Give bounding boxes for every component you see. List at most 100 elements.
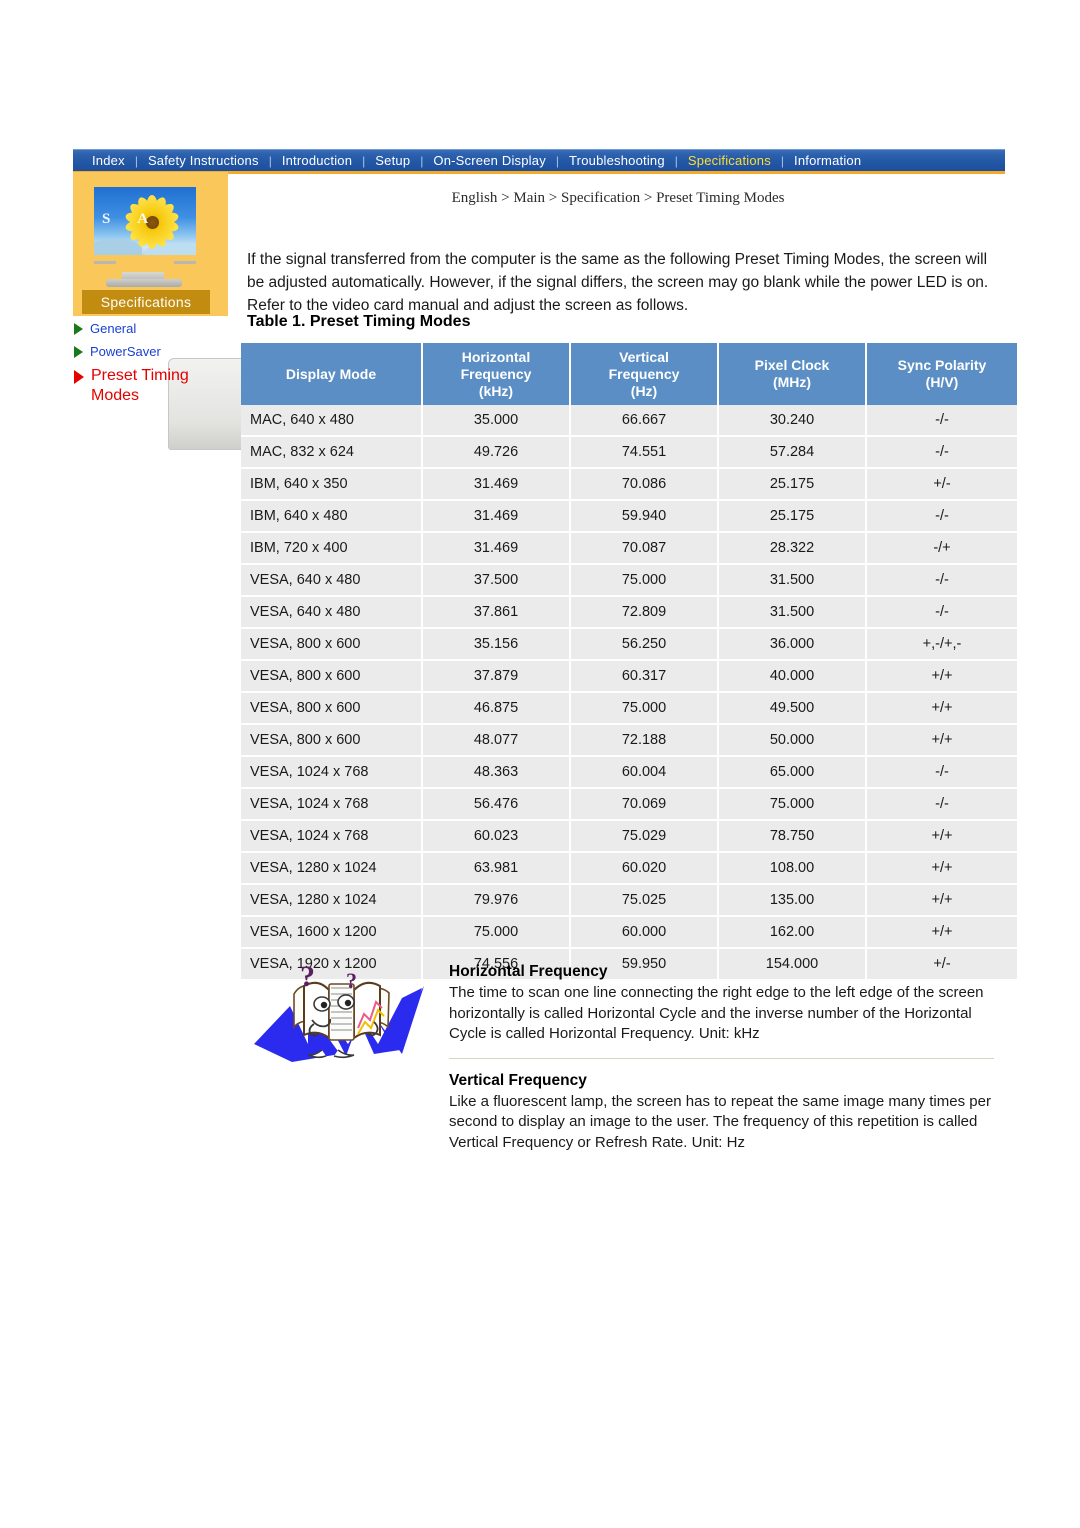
column-header-line: Frequency (460, 365, 532, 382)
sidebar-item-label: General (90, 321, 137, 336)
sidebar-item-preset-timing-modes[interactable]: Preset Timing Modes (74, 366, 234, 406)
triangle-bullet-icon (74, 370, 84, 384)
definition-text: Like a fluorescent lamp, the screen has … (449, 1092, 991, 1151)
cell-value: 31.500 (719, 565, 867, 597)
cell-value: 162.00 (719, 917, 867, 949)
sidebar-item-general[interactable]: General (74, 320, 234, 337)
cell-value: 37.861 (423, 597, 571, 629)
cell-value: 75.000 (423, 917, 571, 949)
cell-value: 35.156 (423, 629, 571, 661)
cell-display-mode: MAC, 640 x 480 (241, 405, 423, 437)
monitor-base (106, 279, 182, 287)
table-header-row: Display Mode Horizontal Frequency (kHz) Vert… (241, 343, 1017, 405)
cell-display-mode: IBM, 640 x 480 (241, 501, 423, 533)
cell-display-mode: MAC, 832 x 624 (241, 437, 423, 469)
nav-item-setup[interactable]: Setup (366, 154, 419, 167)
cell-value: 49.726 (423, 437, 571, 469)
definition-title: Vertical Frequency (449, 1071, 587, 1089)
cell-value: +/+ (867, 853, 1017, 885)
cell-value: -/- (867, 501, 1017, 533)
cell-value: +/+ (867, 661, 1017, 693)
nav-item-on-screen-display[interactable]: On-Screen Display (424, 154, 555, 167)
svg-text:?: ? (300, 960, 315, 993)
sidebar-item-powersaver[interactable]: PowerSaver (74, 343, 234, 360)
table-head: Display Mode Horizontal Frequency (kHz) Vert… (241, 343, 1017, 405)
table-row: VESA, 1280 x 1024 63.981 60.020 108.00 +/+ (241, 853, 1017, 885)
cell-display-mode: VESA, 800 x 600 (241, 693, 423, 725)
cell-value: 31.500 (719, 597, 867, 629)
cell-value: -/- (867, 789, 1017, 821)
cell-value: 46.875 (423, 693, 571, 725)
nav-item-index[interactable]: Index (83, 154, 134, 167)
cell-value: -/- (867, 565, 1017, 597)
cell-display-mode: VESA, 1280 x 1024 (241, 885, 423, 917)
sidebar-item-label: Preset Timing Modes (91, 367, 189, 404)
cell-value: +/+ (867, 917, 1017, 949)
cell-value: -/+ (867, 533, 1017, 565)
cell-value: -/- (867, 757, 1017, 789)
cell-value: +/+ (867, 725, 1017, 757)
cell-value: 49.500 (719, 693, 867, 725)
cell-value: 37.879 (423, 661, 571, 693)
cell-value: 57.284 (719, 437, 867, 469)
table-row: VESA, 1024 x 768 56.476 70.069 75.000 -/- (241, 789, 1017, 821)
table-row: VESA, 800 x 600 48.077 72.188 50.000 +/+ (241, 725, 1017, 757)
table-row: VESA, 1280 x 1024 79.976 75.025 135.00 +/+ (241, 885, 1017, 917)
column-header-line: (kHz) (478, 382, 514, 399)
nav-item-safety-instructions[interactable]: Safety Instructions (139, 154, 268, 167)
table-body: MAC, 640 x 480 35.000 66.667 30.240 -/- MAC, … (241, 405, 1017, 979)
column-header-pixel-clock: Pixel Clock (MHz) (719, 343, 867, 405)
cell-value: +,-/+,- (867, 629, 1017, 661)
cell-value: 135.00 (719, 885, 867, 917)
column-header-horizontal-frequency: Horizontal Frequency (kHz) (423, 343, 571, 405)
cell-display-mode: VESA, 800 x 600 (241, 725, 423, 757)
cell-display-mode: IBM, 640 x 350 (241, 469, 423, 501)
table-row: VESA, 800 x 600 46.875 75.000 49.500 +/+ (241, 693, 1017, 725)
cell-value: 35.000 (423, 405, 571, 437)
cell-value: 72.809 (571, 597, 719, 629)
cell-value: 70.086 (571, 469, 719, 501)
cell-value: 37.500 (423, 565, 571, 597)
nav-item-specifications[interactable]: Specifications (679, 154, 780, 167)
triangle-bullet-icon (74, 323, 83, 335)
monitor-logo-left (94, 260, 116, 264)
cell-value: 50.000 (719, 725, 867, 757)
cell-value: 56.476 (423, 789, 571, 821)
cell-value: 25.175 (719, 501, 867, 533)
monitor-logo-right (174, 260, 196, 264)
column-header-line: Pixel Clock (754, 357, 830, 373)
cell-value: 75.000 (571, 565, 719, 597)
cell-value: 60.004 (571, 757, 719, 789)
cell-value: 70.069 (571, 789, 719, 821)
cell-value: +/- (867, 469, 1017, 501)
table-row: VESA, 1024 x 768 60.023 75.029 78.750 +/+ (241, 821, 1017, 853)
monitor-screen-image: S A (94, 187, 196, 255)
page-root: Index | Safety Instructions | Introduction | S… (0, 0, 1080, 1528)
cell-display-mode: VESA, 800 x 600 (241, 661, 423, 693)
table-row: IBM, 720 x 400 31.469 70.087 28.322 -/+ (241, 533, 1017, 565)
cell-value: 75.029 (571, 821, 719, 853)
cell-display-mode: VESA, 1024 x 768 (241, 757, 423, 789)
cell-value: 60.317 (571, 661, 719, 693)
cell-value: +/+ (867, 821, 1017, 853)
column-header-vertical-frequency: Vertical Frequency (Hz) (571, 343, 719, 405)
nav-item-introduction[interactable]: Introduction (273, 154, 361, 167)
column-header-line: (Hz) (630, 382, 658, 399)
definition-text: The time to scan one line connecting the… (449, 984, 984, 1042)
cell-value: +/+ (867, 885, 1017, 917)
table-row: IBM, 640 x 480 31.469 59.940 25.175 -/- (241, 501, 1017, 533)
column-header-line: Sync Polarity (897, 357, 987, 373)
cell-value: -/- (867, 405, 1017, 437)
definition-title: Horizontal Frequency (449, 963, 608, 980)
top-navigation-bar: Index | Safety Instructions | Introduction | S… (73, 149, 1005, 171)
cell-value: 56.250 (571, 629, 719, 661)
nav-item-information[interactable]: Information (785, 154, 870, 167)
nav-item-troubleshooting[interactable]: Troubleshooting (560, 154, 674, 167)
table-row: VESA, 800 x 600 35.156 56.250 36.000 +,-/+,- (241, 629, 1017, 661)
sidebar-section-banner: Specifications (82, 290, 210, 314)
cell-value: 31.469 (423, 469, 571, 501)
table-row: MAC, 640 x 480 35.000 66.667 30.240 -/- (241, 405, 1017, 437)
cell-value: 65.000 (719, 757, 867, 789)
svg-text:?: ? (346, 968, 357, 993)
cell-value: 75.025 (571, 885, 719, 917)
